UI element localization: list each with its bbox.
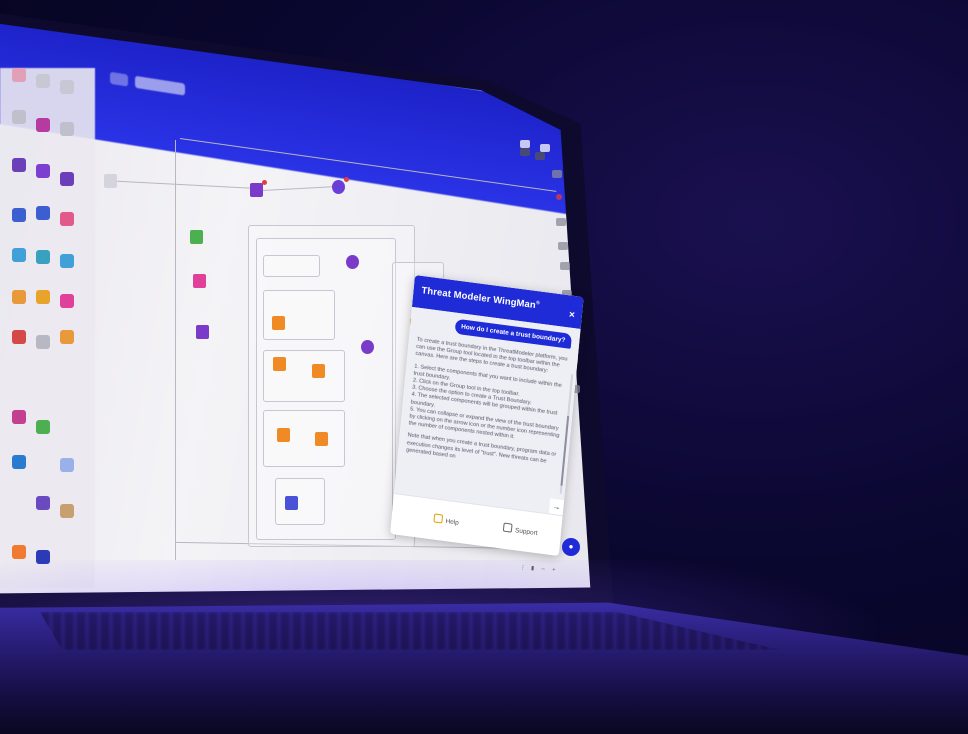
user-icon[interactable]: [520, 148, 530, 156]
palette-item[interactable]: [36, 74, 50, 88]
support-button[interactable]: Support: [502, 522, 538, 538]
palette-item[interactable]: [12, 208, 26, 222]
top-bar-tab[interactable]: [110, 71, 128, 87]
diagram-node[interactable]: [273, 357, 286, 371]
diagram-node[interactable]: [277, 428, 290, 442]
palette-item[interactable]: [12, 290, 26, 304]
diagram-node[interactable]: [361, 340, 374, 354]
threat-badge: [344, 177, 349, 182]
doc-icon[interactable]: [535, 152, 545, 160]
diagram-node[interactable]: [196, 325, 209, 339]
registered-mark: ®: [535, 300, 541, 307]
palette-item[interactable]: [36, 164, 50, 178]
layers-icon[interactable]: [552, 170, 562, 178]
close-icon[interactable]: ×: [569, 309, 576, 321]
trust-boundary-private-subnet[interactable]: [263, 290, 335, 340]
palette-item[interactable]: [12, 248, 26, 262]
assistant-message: To create a trust boundary in the Threat…: [406, 337, 570, 475]
link-icon[interactable]: [560, 262, 570, 270]
palette-item[interactable]: [36, 290, 50, 304]
palette-item[interactable]: [12, 110, 26, 124]
diagram-node[interactable]: [312, 364, 325, 378]
diagram-node[interactable]: [346, 255, 359, 269]
add-user-icon[interactable]: [520, 140, 530, 148]
diagram-node[interactable]: [285, 496, 298, 510]
palette-item[interactable]: [12, 410, 26, 424]
user-assistant-icon: ●: [568, 542, 574, 551]
palette-item[interactable]: [60, 212, 74, 226]
threat-badge: [262, 180, 267, 185]
palette-item[interactable]: [60, 504, 74, 518]
palette-item[interactable]: [12, 455, 26, 469]
arrow-right-icon: →: [552, 501, 561, 512]
palette-item[interactable]: [60, 122, 74, 136]
mail-icon: [502, 522, 513, 533]
trust-boundary-private-subnet-3[interactable]: [263, 410, 345, 467]
diagram-node[interactable]: [104, 174, 117, 188]
wingman-chat-panel: Threat Modeler WingMan® × How do I creat…: [390, 275, 584, 557]
diagram-node[interactable]: [272, 316, 285, 330]
palette-item[interactable]: [36, 118, 50, 132]
connector: [175, 140, 176, 560]
diagram-node[interactable]: [250, 183, 263, 197]
settings-icon[interactable]: [540, 144, 550, 152]
help-button[interactable]: Help: [433, 513, 460, 527]
palette-item[interactable]: [36, 250, 50, 264]
palette-item[interactable]: [60, 80, 74, 94]
palette-item[interactable]: [12, 158, 26, 172]
palette-item[interactable]: [12, 68, 26, 82]
trust-boundary-public-subnet[interactable]: [263, 255, 320, 277]
diagram-node[interactable]: [332, 180, 345, 194]
palette-item[interactable]: [12, 330, 26, 344]
palette-item[interactable]: [12, 545, 26, 559]
diagram-node[interactable]: [190, 230, 203, 244]
trust-boundary-private-subnet-4[interactable]: [275, 478, 325, 525]
diagram-node[interactable]: [193, 274, 206, 288]
palette-item[interactable]: [60, 330, 74, 344]
palette-item[interactable]: [60, 294, 74, 308]
support-label: Support: [514, 527, 538, 538]
palette-item[interactable]: [36, 420, 50, 434]
palette-item[interactable]: [60, 172, 74, 186]
top-bar-tab-active[interactable]: [135, 75, 185, 96]
palette-item[interactable]: [60, 254, 74, 268]
photo-scene: Threat Modeler WingMan® × How do I creat…: [0, 0, 968, 734]
palette-item[interactable]: [36, 496, 50, 510]
palette-item[interactable]: [60, 458, 74, 472]
diagram-node[interactable]: [315, 432, 328, 446]
chat-icon[interactable]: [558, 242, 568, 250]
alert-icon[interactable]: [556, 194, 562, 200]
wingman-assistant-button[interactable]: ●: [562, 538, 580, 556]
component-palette: [0, 68, 95, 588]
help-icon: [433, 513, 444, 524]
help-label: Help: [445, 517, 460, 527]
bolt-icon[interactable]: [556, 218, 566, 226]
palette-item[interactable]: [36, 206, 50, 220]
chat-messages: How do I create a trust boundary? To cre…: [393, 306, 581, 517]
chat-title: Threat Modeler WingMan®: [421, 285, 540, 312]
palette-item[interactable]: [36, 335, 50, 349]
chat-title-text: Threat Modeler WingMan: [421, 285, 537, 312]
